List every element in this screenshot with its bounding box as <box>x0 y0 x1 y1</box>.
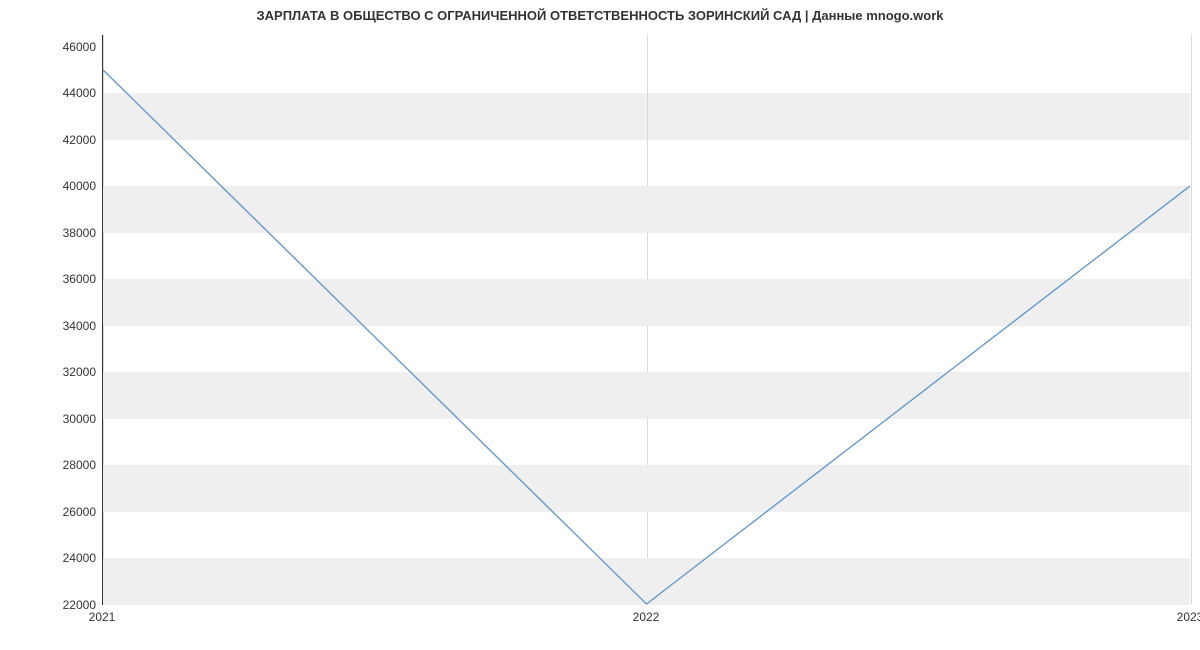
line-series <box>103 35 1190 604</box>
x-tick-label: 2022 <box>633 610 660 624</box>
y-tick-label: 36000 <box>36 272 96 286</box>
x-tick-label: 2023 <box>1177 610 1200 624</box>
chart-container: ЗАРПЛАТА В ОБЩЕСТВО С ОГРАНИЧЕННОЙ ОТВЕТ… <box>0 0 1200 650</box>
y-tick-label: 38000 <box>36 226 96 240</box>
y-tick-label: 34000 <box>36 319 96 333</box>
x-tick-label: 2021 <box>89 610 116 624</box>
y-tick-label: 40000 <box>36 179 96 193</box>
y-tick-label: 28000 <box>36 458 96 472</box>
y-tick-label: 22000 <box>36 598 96 612</box>
plot-area <box>102 35 1190 605</box>
data-line <box>103 70 1190 604</box>
chart-title: ЗАРПЛАТА В ОБЩЕСТВО С ОГРАНИЧЕННОЙ ОТВЕТ… <box>0 8 1200 23</box>
y-tick-label: 24000 <box>36 551 96 565</box>
y-tick-label: 42000 <box>36 133 96 147</box>
y-tick-label: 26000 <box>36 505 96 519</box>
y-tick-label: 44000 <box>36 86 96 100</box>
x-gridline <box>1191 35 1192 604</box>
y-tick-label: 30000 <box>36 412 96 426</box>
y-tick-label: 46000 <box>36 40 96 54</box>
y-tick-label: 32000 <box>36 365 96 379</box>
